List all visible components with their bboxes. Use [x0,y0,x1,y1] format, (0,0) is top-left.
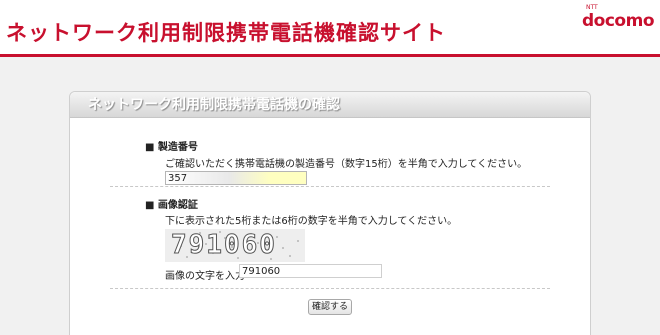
confirmation-panel: ネットワーク利用制限携帯電話機の確認 ■ 製造番号 ご確認いただく携帯電話機の製… [69,91,591,335]
panel-title: ネットワーク利用制限携帯電話機の確認 [88,97,340,113]
panel-header: ネットワーク利用制限携帯電話機の確認 [70,92,590,118]
actions-divider [110,288,550,289]
captcha-image: 791060 [165,229,305,262]
docomo-logo-text: docomo [582,11,655,31]
site-title: ネットワーク利用制限携帯電話機確認サイト [6,21,446,45]
serial-description: ご確認いただく携帯電話機の製造番号（数字15桁）を半角で入力してください。 [165,159,528,170]
captcha-input[interactable] [239,264,382,278]
serial-number-input[interactable] [165,171,307,185]
docomo-logo[interactable]: NTT docomo [582,4,655,34]
captcha-description: 下に表示された5桁または6桁の数字を半角で入力してください。 [165,216,458,227]
section-divider [110,186,550,187]
captcha-input-label: 画像の文字を入力 [165,271,245,282]
captcha-text: 791060 [171,230,277,261]
captcha-section-label: ■ 画像認証 [145,200,198,211]
serial-section-label: ■ 製造番号 [145,142,198,153]
site-header: ネットワーク利用制限携帯電話機確認サイト NTT docomo [0,0,660,57]
confirm-button[interactable]: 確認する [308,299,352,315]
ntt-logo-text: NTT [586,4,598,11]
